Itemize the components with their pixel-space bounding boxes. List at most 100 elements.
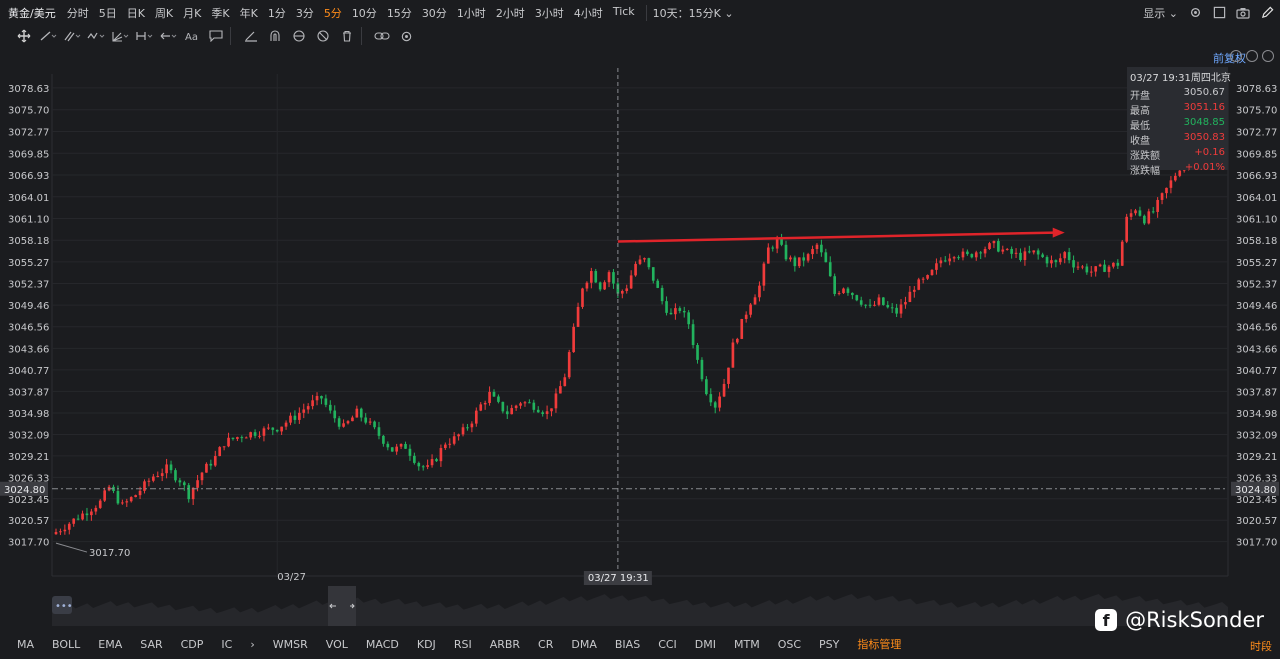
session-button[interactable]: 时段 (1250, 638, 1272, 654)
candle-body (957, 257, 960, 259)
arrow-tool-icon[interactable] (158, 27, 178, 45)
brush-icon[interactable] (241, 27, 261, 45)
indicator-16[interactable]: CCI (658, 638, 677, 651)
display-dropdown[interactable]: 显示 ⌄ (1143, 5, 1178, 21)
candle-body (629, 275, 633, 289)
move-icon[interactable] (14, 27, 34, 45)
comment-tool-icon[interactable] (206, 27, 226, 45)
candle-body (1147, 211, 1151, 224)
candle-body (983, 249, 987, 254)
range-selector[interactable]: 10天：15分K ⌄ (645, 4, 734, 21)
zoom-out-icon[interactable] (1246, 50, 1258, 62)
crosshair-x-label: 03/27 19:31 (588, 573, 649, 584)
undo-icon[interactable] (1230, 50, 1242, 62)
trash-icon[interactable] (337, 27, 357, 45)
pencil-icon[interactable] (1260, 6, 1274, 20)
magnet-icon[interactable] (265, 27, 285, 45)
candle-body (806, 254, 810, 261)
tab-period-4[interactable]: 月K (183, 5, 201, 21)
camera-icon[interactable] (1236, 6, 1250, 20)
indicator-19[interactable]: OSC (778, 638, 801, 651)
tab-period-5[interactable]: 季K (211, 5, 229, 21)
tab-period-10[interactable]: 10分 (352, 5, 377, 21)
tab-period-11[interactable]: 15分 (387, 5, 412, 21)
candle-body (1085, 266, 1089, 273)
candle-body (974, 252, 978, 258)
candle-body (271, 427, 275, 430)
candle-body (351, 417, 354, 422)
tab-period-2[interactable]: 日K (127, 5, 145, 21)
indicator-1[interactable]: BOLL (52, 638, 80, 651)
candle-body (674, 308, 677, 315)
candle-body (581, 288, 584, 307)
line-tool-icon[interactable] (38, 27, 58, 45)
candle-body (793, 257, 797, 267)
gear-icon[interactable] (1188, 6, 1202, 20)
tab-period-9[interactable]: 5分 (324, 5, 342, 21)
candle-body (178, 480, 182, 483)
tab-period-1[interactable]: 5日 (99, 5, 117, 21)
candle-body (736, 338, 739, 343)
tab-period-17[interactable]: Tick (613, 5, 635, 21)
candle-body (722, 383, 726, 397)
indicator-20[interactable]: PSY (819, 638, 839, 651)
text-tool-icon[interactable]: Aa (182, 27, 202, 45)
indicator-12[interactable]: ARBR (490, 638, 520, 651)
tab-period-15[interactable]: 3小时 (535, 5, 564, 21)
candle-body (1094, 266, 1098, 272)
candle-body (1019, 252, 1022, 261)
settings-icon[interactable] (396, 27, 416, 45)
indicator-9[interactable]: MACD (366, 638, 399, 651)
wave-tool-icon[interactable] (86, 27, 106, 45)
tab-period-6[interactable]: 年K (240, 5, 258, 21)
candle-body (249, 432, 252, 438)
zoom-in-icon[interactable] (1262, 50, 1274, 62)
tab-period-12[interactable]: 30分 (422, 5, 447, 21)
tooltip-label: 最高 (1130, 106, 1150, 117)
indicator-11[interactable]: RSI (454, 638, 472, 651)
candle-body (612, 272, 615, 284)
indicator-10[interactable]: KDJ (417, 638, 436, 651)
indicator-5[interactable]: IC (221, 638, 232, 651)
measure-tool-icon[interactable] (134, 27, 154, 45)
candle-body (98, 500, 102, 508)
eye-icon[interactable] (289, 27, 309, 45)
indicator-18[interactable]: MTM (734, 638, 760, 651)
tab-period-8[interactable]: 3分 (296, 5, 314, 21)
tab-period-7[interactable]: 1分 (268, 5, 286, 21)
candlestick-chart[interactable]: 3078.63 3078.63 3075.70 3075.70 3072.77 3072.… (0, 66, 1280, 586)
candle-body (1045, 257, 1049, 264)
tab-period-16[interactable]: 4小时 (574, 5, 603, 21)
candle-body (740, 318, 744, 339)
candle-body (470, 423, 474, 428)
y-tick-label-left: 3064.01 (8, 193, 49, 204)
navigator-strip[interactable]: ••• (52, 586, 1228, 626)
indicator-3[interactable]: SAR (140, 638, 162, 651)
indicator-8[interactable]: VOL (326, 638, 348, 651)
indicator-4[interactable]: CDP (181, 638, 204, 651)
indicator-15[interactable]: BIAS (615, 638, 640, 651)
fib-tool-icon[interactable] (110, 27, 130, 45)
y-tick-label-left: 3072.77 (8, 128, 49, 139)
layout-icon[interactable] (1212, 6, 1226, 20)
candle-body (713, 402, 717, 408)
tab-period-13[interactable]: 1小时 (457, 5, 486, 21)
tab-period-3[interactable]: 周K (155, 5, 173, 21)
link-icon[interactable] (372, 27, 392, 45)
indicator-13[interactable]: CR (538, 638, 553, 651)
candle-body (1174, 175, 1177, 181)
tab-period-14[interactable]: 2小时 (496, 5, 525, 21)
symbol-selector[interactable]: 黄金/美元 (8, 5, 56, 21)
tab-period-0[interactable]: 分时 (67, 5, 89, 21)
indicator-14[interactable]: DMA (571, 638, 597, 651)
indicator-21[interactable]: 指标管理 (857, 636, 901, 652)
indicator-6[interactable]: › (250, 638, 254, 651)
hide-icon[interactable] (313, 27, 333, 45)
indicator-17[interactable]: DMI (695, 638, 716, 651)
y-tick-label-right: 3017.70 (1236, 538, 1277, 549)
channel-tool-icon[interactable] (62, 27, 82, 45)
indicator-0[interactable]: MA (17, 638, 34, 651)
indicator-7[interactable]: WMSR (273, 638, 308, 651)
indicator-2[interactable]: EMA (98, 638, 122, 651)
candle-body (567, 352, 571, 378)
